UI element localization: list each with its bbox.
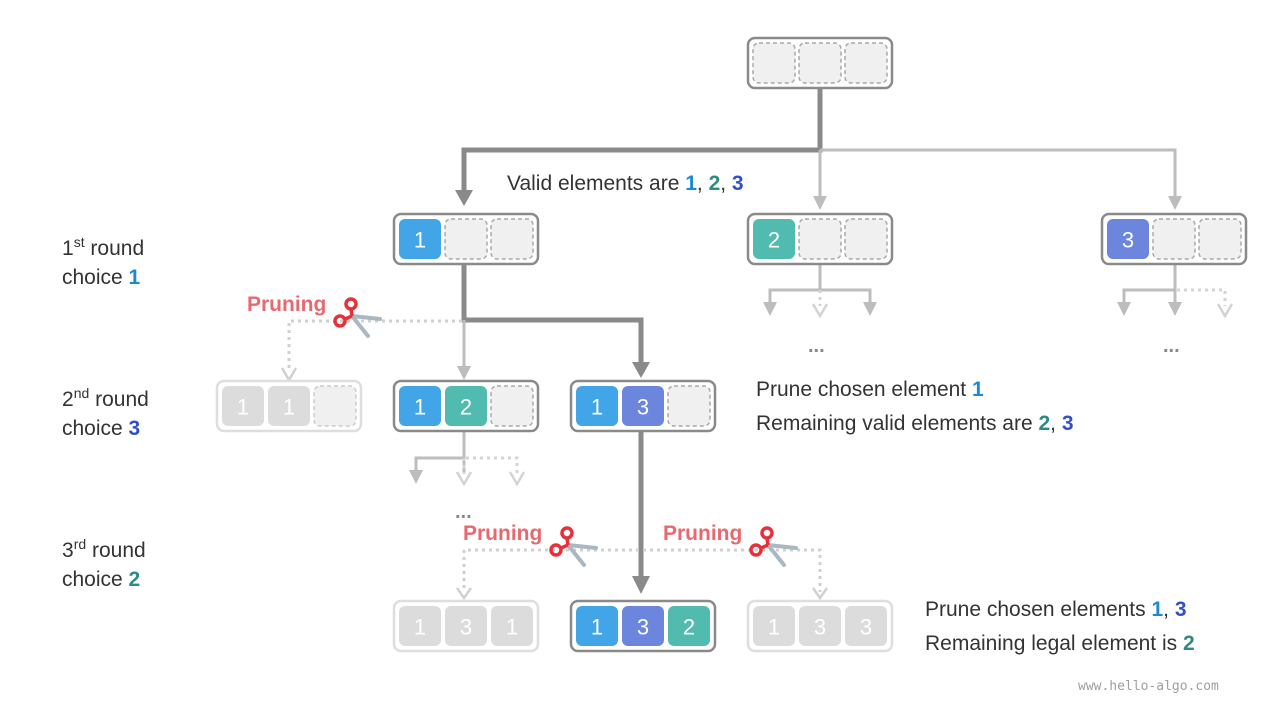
arrow-head-pruned — [455, 587, 473, 601]
watermark: www.hello-algo.com — [1078, 679, 1219, 694]
array-node-l1-b: 2 — [746, 212, 894, 266]
note-valid-elements: Valid elements are 1, 2, 3 — [507, 172, 744, 195]
empty-cell — [844, 218, 888, 260]
svg-text:3rd round: 3rd round — [62, 536, 146, 562]
arrow-head — [763, 302, 777, 316]
cell-value: 3 — [860, 615, 872, 640]
note-round3-pruned: Prune chosen elements 1, 3 — [925, 598, 1187, 621]
empty-cell — [844, 42, 888, 84]
cell-value: 3 — [637, 395, 649, 420]
cell-value: 1 — [591, 395, 603, 420]
scissors-icon — [549, 526, 598, 567]
pruning-label: Pruning — [663, 522, 742, 545]
empty-cell — [667, 385, 711, 427]
ellipsis: ... — [808, 335, 825, 357]
empty-cell — [798, 42, 842, 84]
arrow-head-pruned — [280, 367, 298, 383]
empty-cell — [444, 218, 488, 260]
cell-value: 3 — [1122, 228, 1134, 253]
pruning-label: Pruning — [247, 293, 326, 316]
arrow-head — [457, 366, 471, 380]
svg-text:choice 1: choice 1 — [62, 266, 141, 289]
cell-value: 2 — [460, 395, 472, 420]
cell-value: 2 — [768, 228, 780, 253]
edge-3-children — [1122, 262, 1177, 306]
edge-root-to-3 — [820, 148, 1177, 200]
cell-value: 1 — [283, 395, 295, 420]
arrow-head-pruned — [508, 471, 526, 487]
tree-nodes: 1 2 31 1 1 2 1 31 3 1 1 3 2 1 3 3 — [215, 36, 1248, 653]
pruning-marker: Pruning — [463, 522, 598, 567]
round-label-2: 2nd round choice 3 — [62, 385, 149, 440]
empty-cell — [1152, 218, 1196, 260]
note-round2-pruned: Prune chosen element 1 — [756, 378, 984, 401]
array-node-l2-c: 13 — [569, 379, 717, 433]
svg-text:1st round: 1st round — [62, 234, 144, 260]
arrow-head — [409, 470, 423, 484]
cell-value: 1 — [237, 395, 249, 420]
array-node-root — [746, 36, 894, 90]
empty-cell — [490, 218, 534, 260]
pruning-label: Pruning — [463, 522, 542, 545]
empty-cell — [752, 42, 796, 84]
edge-1-to-13 — [461, 262, 644, 368]
ellipsis: ... — [455, 501, 472, 523]
cell-value: 1 — [414, 228, 426, 253]
permutation-pruning-diagram: 1 2 31 1 1 2 1 31 3 1 1 3 2 1 3 3 ... ... ... Pruning P… — [62, 36, 1248, 694]
cell-value: 2 — [683, 615, 695, 640]
arrow-head — [1168, 302, 1182, 316]
edge-13-to-133-pruned — [643, 548, 822, 592]
empty-cell — [798, 218, 842, 260]
arrow-head — [632, 576, 650, 594]
array-node-l1-a: 1 — [392, 212, 540, 266]
arrow-head — [1168, 196, 1182, 210]
cell-value: 3 — [460, 615, 472, 640]
tree-edges — [280, 86, 1234, 601]
edge-12-pruned-b — [466, 456, 519, 474]
svg-text:2nd round: 2nd round — [62, 385, 149, 411]
arrow-head — [1117, 302, 1131, 316]
arrow-head-pruned — [811, 587, 829, 601]
arrow-head — [632, 362, 650, 378]
svg-text:choice 2: choice 2 — [62, 568, 140, 591]
pruning-marker: Pruning — [663, 522, 798, 567]
empty-cell — [490, 385, 534, 427]
cell-value: 1 — [414, 395, 426, 420]
edge-12-children — [414, 432, 466, 474]
edge-13-to-131-pruned — [462, 548, 639, 592]
scissors-icon — [333, 297, 382, 338]
array-node-l2-b: 12 — [392, 379, 540, 433]
array-node-l3-b: 1 3 2 — [569, 599, 717, 653]
cell-value: 1 — [591, 615, 603, 640]
round-label-3: 3rd round choice 2 — [62, 536, 146, 591]
edge-3-pruned — [1177, 288, 1227, 306]
svg-text:choice 3: choice 3 — [62, 417, 140, 440]
arrow-head — [863, 302, 877, 316]
pruning-marker: Pruning — [247, 293, 382, 338]
edge-1-to-11-pruned — [287, 319, 462, 370]
array-node-l1-c: 3 — [1100, 212, 1248, 266]
arrow-head — [813, 196, 827, 210]
round-label-1: 1st round choice 1 — [62, 234, 144, 289]
note-round3-remaining: Remaining legal element is 2 — [925, 632, 1195, 655]
cell-value: 1 — [506, 615, 518, 640]
note-round2-remaining: Remaining valid elements are 2, 3 — [756, 412, 1074, 435]
empty-cell — [313, 385, 357, 427]
cell-value: 3 — [637, 615, 649, 640]
cell-value: 1 — [414, 615, 426, 640]
array-node-l3-c: 1 3 3 — [746, 599, 894, 653]
cell-value: 1 — [768, 615, 780, 640]
arrow-head — [455, 190, 473, 206]
ellipsis: ... — [1163, 335, 1180, 357]
empty-cell — [1198, 218, 1242, 260]
array-node-l3-a: 1 3 1 — [392, 599, 540, 653]
array-node-l2-a: 11 — [215, 379, 363, 433]
scissors-icon — [749, 526, 798, 567]
cell-value: 3 — [814, 615, 826, 640]
